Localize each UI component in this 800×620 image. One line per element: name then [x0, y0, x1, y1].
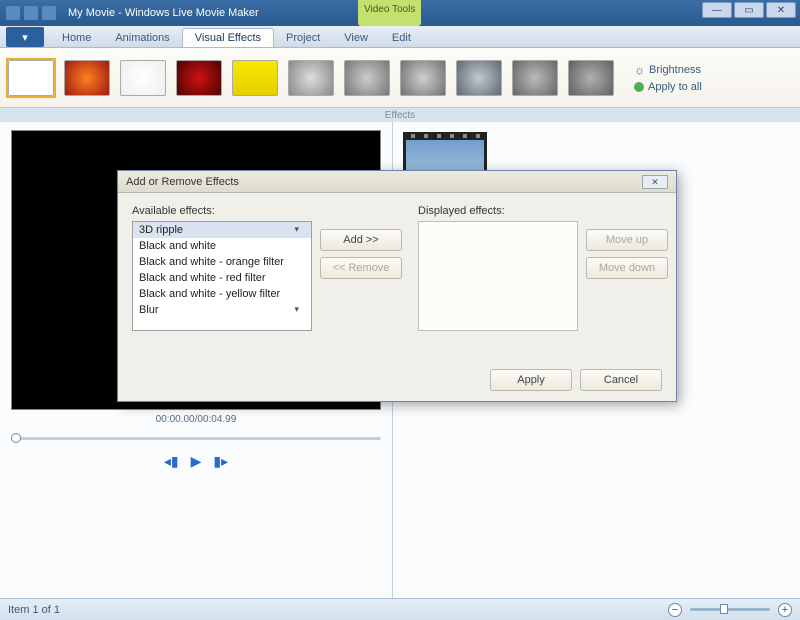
dialog-close-button[interactable]: ✕ [642, 175, 668, 189]
list-item[interactable]: Black and white - orange filter [133, 254, 311, 270]
zoom-slider[interactable] [690, 608, 770, 611]
zoom-out-button[interactable]: − [668, 603, 682, 617]
cancel-button[interactable]: Cancel [580, 369, 662, 391]
list-item[interactable]: Black and white - yellow filter [133, 286, 311, 302]
modal-overlay: Add or Remove Effects ✕ Available effect… [0, 0, 800, 620]
list-item[interactable]: Black and white - red filter [133, 270, 311, 286]
remove-button[interactable]: << Remove [320, 257, 402, 279]
list-item[interactable]: 3D ripple▾ [133, 222, 311, 238]
dialog-title-text: Add or Remove Effects [126, 176, 239, 188]
add-remove-effects-dialog: Add or Remove Effects ✕ Available effect… [117, 170, 677, 402]
move-down-button[interactable]: Move down [586, 257, 668, 279]
available-effects-label: Available effects: [132, 205, 312, 217]
zoom-thumb[interactable] [720, 604, 728, 614]
status-item-count: Item 1 of 1 [8, 604, 60, 616]
displayed-effects-listbox[interactable] [418, 221, 578, 331]
list-item[interactable]: Black and white [133, 238, 311, 254]
displayed-effects-label: Displayed effects: [418, 205, 578, 217]
dropdown-arrow-icon: ▾ [294, 224, 299, 235]
zoom-controls: − + [668, 603, 792, 617]
dialog-titlebar[interactable]: Add or Remove Effects ✕ [118, 171, 676, 193]
status-bar: Item 1 of 1 − + [0, 598, 800, 620]
dropdown-arrow-icon: ▾ [294, 304, 299, 315]
add-button[interactable]: Add >> [320, 229, 402, 251]
apply-button[interactable]: Apply [490, 369, 572, 391]
zoom-in-button[interactable]: + [778, 603, 792, 617]
move-up-button[interactable]: Move up [586, 229, 668, 251]
list-item[interactable]: Blur▾ [133, 302, 311, 318]
available-effects-listbox[interactable]: 3D ripple▾ Black and white Black and whi… [132, 221, 312, 331]
